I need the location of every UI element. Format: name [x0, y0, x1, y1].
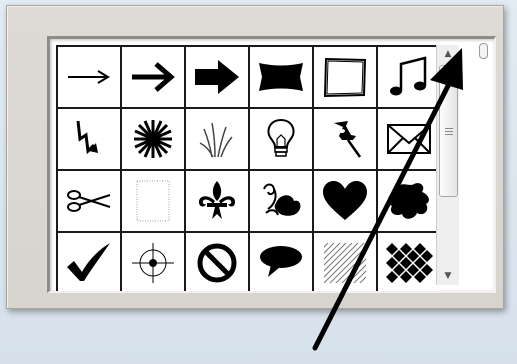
- thin-arrow-right-icon: [68, 70, 110, 84]
- shape-cell[interactable]: [186, 233, 248, 291]
- crosshair-target-icon: [132, 243, 174, 283]
- shape-cell[interactable]: [250, 47, 312, 107]
- shape-cell[interactable]: [58, 47, 120, 107]
- shape-cell[interactable]: [122, 109, 184, 169]
- shape-cell[interactable]: [314, 47, 376, 107]
- scrollbar-thumb[interactable]: [439, 65, 458, 197]
- shape-cell[interactable]: [186, 47, 248, 107]
- shape-cell[interactable]: [314, 233, 376, 291]
- shape-picker-panel: ▲ ▼: [6, 5, 504, 309]
- shape-cell[interactable]: [378, 233, 440, 291]
- block-arrow-right-icon: [195, 60, 239, 94]
- grip-icon: [444, 127, 453, 135]
- rough-square-frame-icon: [323, 57, 367, 98]
- light-bulb-icon: [267, 118, 295, 157]
- shape-cell[interactable]: [122, 171, 184, 231]
- ink-splat-icon: [388, 183, 429, 219]
- scroll-down-arrow-icon[interactable]: ▼: [438, 267, 458, 285]
- shape-cell[interactable]: [378, 171, 440, 231]
- no-symbol-icon: [197, 243, 237, 283]
- checkerboard-diamond-pattern-icon: [386, 243, 433, 283]
- envelope-icon: [387, 124, 431, 154]
- shape-gallery-well: ▲ ▼: [47, 36, 496, 293]
- resize-handle[interactable]: [479, 43, 488, 59]
- shape-cell[interactable]: [186, 109, 248, 169]
- lightning-bolt-icon: [76, 120, 98, 155]
- shape-cell[interactable]: [250, 233, 312, 291]
- shape-cell[interactable]: [378, 47, 440, 107]
- shape-cell[interactable]: [58, 171, 120, 231]
- shape-cell[interactable]: [250, 171, 312, 231]
- shape-cell[interactable]: [122, 47, 184, 107]
- arrow-right-icon: [132, 62, 175, 92]
- music-notes-icon: [390, 56, 427, 96]
- shape-grid: [56, 45, 440, 291]
- shape-cell[interactable]: [186, 171, 248, 231]
- shape-cell[interactable]: [314, 109, 376, 169]
- fleur-de-lis-icon: [198, 181, 236, 219]
- shape-cell[interactable]: [314, 171, 376, 231]
- vertical-scrollbar[interactable]: ▲ ▼: [436, 45, 459, 285]
- grass-icon: [199, 122, 233, 158]
- floral-ornament-icon: [263, 183, 301, 216]
- shape-cell[interactable]: [58, 109, 120, 169]
- shape-cell[interactable]: [378, 109, 440, 169]
- shape-cell[interactable]: [58, 233, 120, 291]
- scroll-up-arrow-icon[interactable]: ▲: [438, 45, 458, 63]
- speech-bubble-icon: [260, 246, 302, 277]
- shape-cell[interactable]: [250, 109, 312, 169]
- dotted-rectangle-icon: [136, 180, 170, 222]
- scissors-icon: [67, 190, 111, 212]
- shape-cell[interactable]: [122, 233, 184, 291]
- diagonal-hatch-pattern-icon: [324, 243, 366, 283]
- push-pin-icon: [334, 121, 362, 158]
- starburst-icon: [134, 120, 172, 158]
- heart-icon: [323, 181, 367, 220]
- banner-rectangle-icon: [259, 63, 303, 91]
- checkmark-icon: [67, 243, 110, 281]
